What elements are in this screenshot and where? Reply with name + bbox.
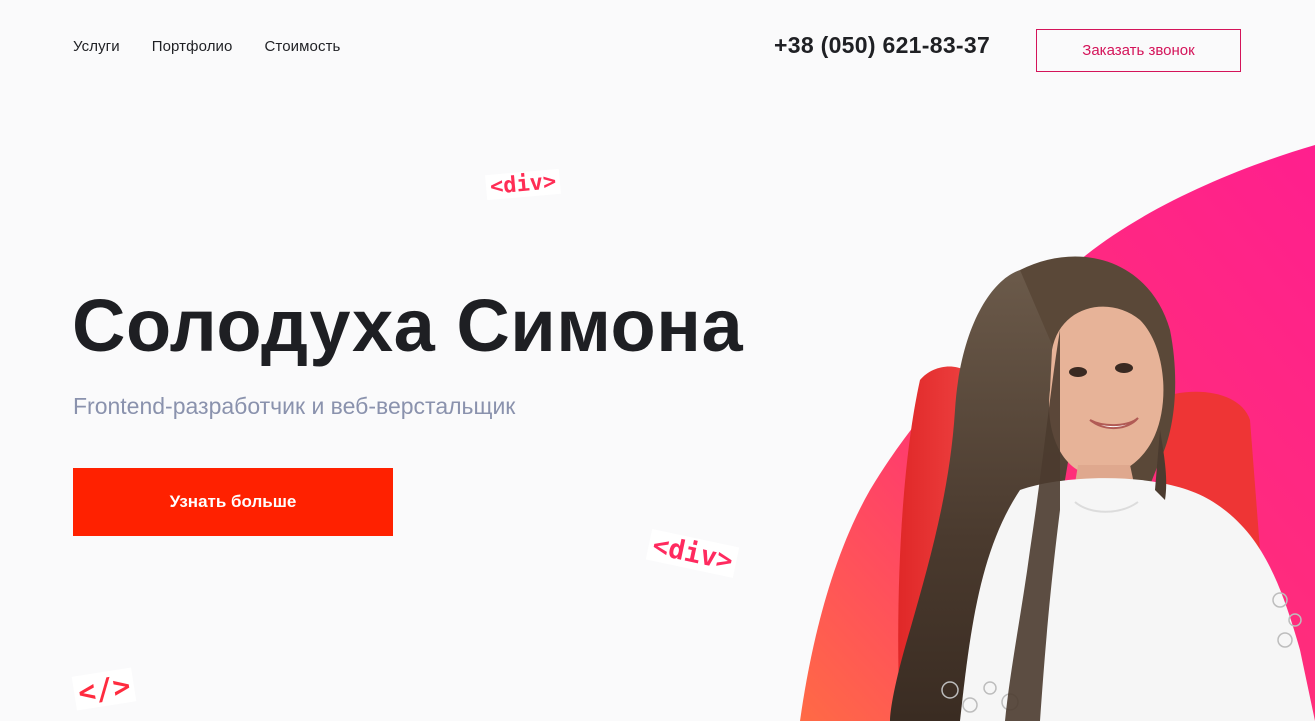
code-close-tag-decor: </> [71, 667, 137, 711]
div-tag-decor: <div> [645, 529, 740, 578]
hero-title: Солодуха Симона [72, 284, 744, 367]
nav-item-services[interactable]: Услуги [73, 38, 120, 55]
phone-number[interactable]: +38 (050) 621-83-37 [774, 32, 990, 59]
nav-item-pricing[interactable]: Стоимость [264, 38, 340, 55]
learn-more-button[interactable]: Узнать больше [73, 468, 393, 536]
hero-subtitle: Frontend-разработчик и веб-верстальщик [73, 393, 516, 419]
nav-item-portfolio[interactable]: Портфолио [152, 38, 233, 55]
div-tag-decor: <div> [485, 168, 562, 201]
portrait-photo [800, 145, 1315, 721]
request-call-button[interactable]: Заказать звонок [1036, 29, 1241, 72]
landing-page: Услуги Портфолио Стоимость +38 (050) 621… [0, 0, 1315, 721]
main-nav: Услуги Портфолио Стоимость [73, 38, 340, 55]
hero-visual [760, 130, 1315, 721]
